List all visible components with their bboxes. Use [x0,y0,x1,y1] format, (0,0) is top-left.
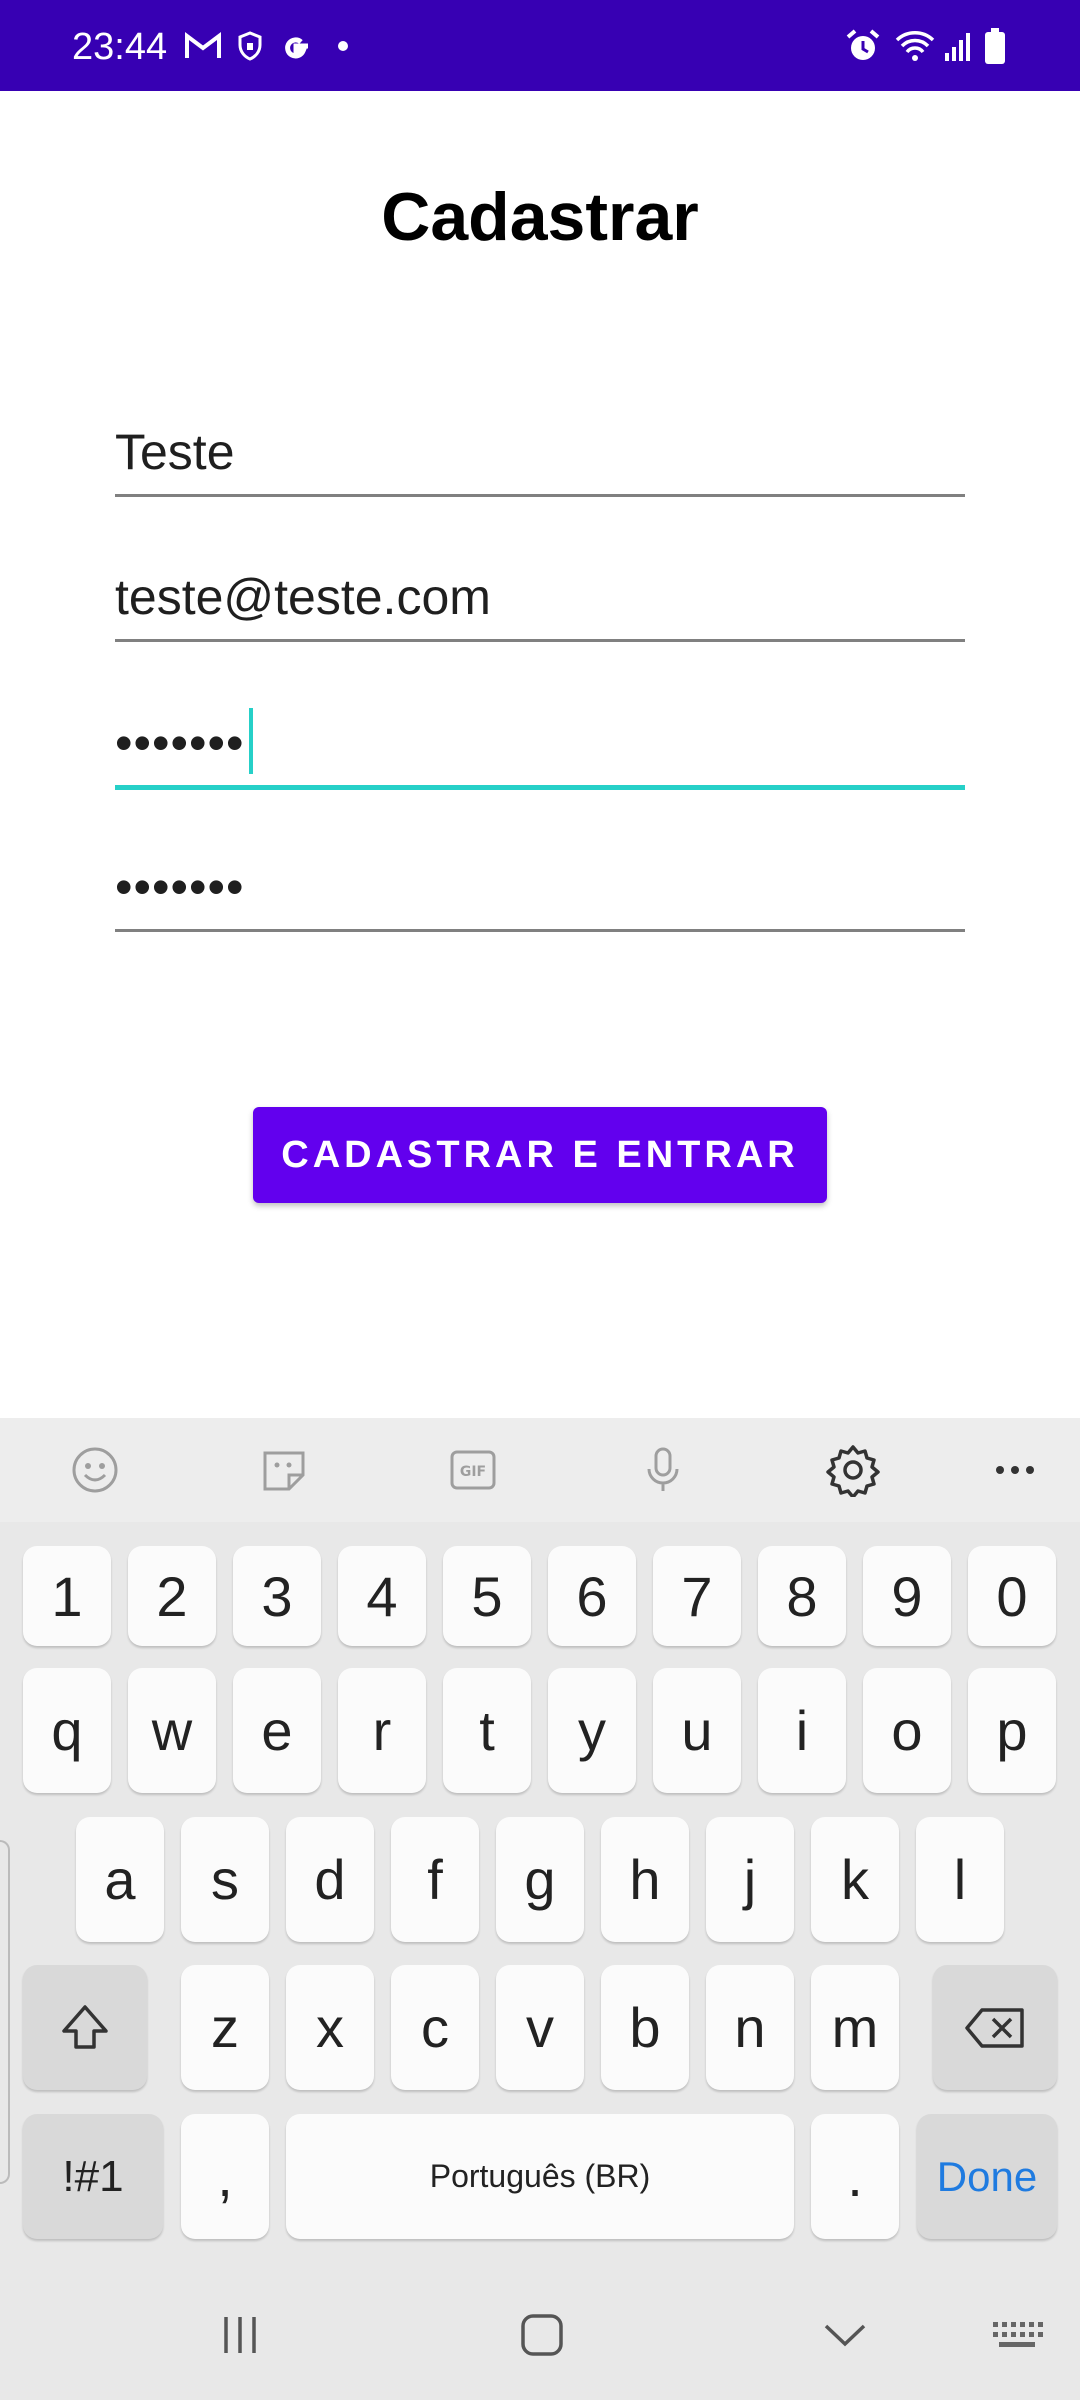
signal-icon [943,28,973,64]
key-o[interactable]: o [863,1668,951,1793]
key-q[interactable]: q [23,1668,111,1793]
key-c[interactable]: c [391,1965,479,2090]
key-w[interactable]: w [128,1668,216,1793]
key-g[interactable]: g [496,1817,584,1942]
keyboard-toolbar [0,1418,1080,1522]
gif-icon[interactable]: GIF [443,1440,503,1500]
key-4[interactable]: 4 [338,1546,426,1646]
emoji-icon[interactable] [65,1440,125,1500]
space-key[interactable]: Português (BR) [286,2114,794,2239]
svg-text:GIF: GIF [460,1464,486,1480]
email-field[interactable]: teste@teste.com [115,552,965,642]
battery-icon [982,28,1008,64]
email-field-value: teste@teste.com [115,569,491,625]
key-6[interactable]: 6 [548,1546,636,1646]
key-8[interactable]: 8 [758,1546,846,1646]
key-7[interactable]: 7 [653,1546,741,1646]
status-time: 23:44 [72,26,168,68]
microphone-icon[interactable] [633,1440,693,1500]
key-j[interactable]: j [706,1817,794,1942]
done-key[interactable]: Done [917,2114,1057,2239]
shield-icon [235,28,265,64]
password-field[interactable]: ••••••• [115,700,965,790]
edge-panel-handle[interactable] [0,1840,10,2184]
text-cursor [248,708,253,774]
key-v[interactable]: v [496,1965,584,2090]
password-field-wrapper: ••••••• [115,708,253,774]
key-u[interactable]: u [653,1668,741,1793]
hide-keyboard-icon[interactable] [815,2305,875,2365]
confirm-password-field-value: ••••••• [115,859,245,915]
name-field[interactable]: Teste [115,407,965,497]
sticker-icon[interactable] [254,1440,314,1500]
password-field-value: ••••••• [115,715,245,771]
key-y[interactable]: y [548,1668,636,1793]
key-3[interactable]: 3 [233,1546,321,1646]
alarm-icon [843,28,883,64]
name-field-underline [115,494,965,497]
key-i[interactable]: i [758,1668,846,1793]
period-key[interactable]: . [811,2114,899,2239]
key-l[interactable]: l [916,1817,1004,1942]
key-z[interactable]: z [181,1965,269,2090]
key-e[interactable]: e [233,1668,321,1793]
name-field-value: Teste [115,424,235,480]
notification-dot-icon [335,28,351,64]
key-1[interactable]: 1 [23,1546,111,1646]
key-p[interactable]: p [968,1668,1056,1793]
comma-key[interactable]: , [181,2114,269,2239]
shift-key[interactable] [23,1965,147,2090]
register-and-enter-button[interactable]: CADASTRAR E ENTRAR [253,1107,827,1203]
confirm-password-field-underline [115,929,965,932]
key-r[interactable]: r [338,1668,426,1793]
key-n[interactable]: n [706,1965,794,2090]
key-9[interactable]: 9 [863,1546,951,1646]
wifi-icon [893,28,937,64]
shift-icon [62,2004,108,2049]
confirm-password-field[interactable]: ••••••• [115,842,965,932]
key-k[interactable]: k [811,1817,899,1942]
gmail-icon [183,28,223,64]
key-f[interactable]: f [391,1817,479,1942]
page-title: Cadastrar [381,179,699,255]
email-field-underline [115,639,965,642]
key-s[interactable]: s [181,1817,269,1942]
key-5[interactable]: 5 [443,1546,531,1646]
password-field-underline [115,785,965,790]
key-t[interactable]: t [443,1668,531,1793]
home-icon[interactable] [512,2305,572,2365]
key-0[interactable]: 0 [968,1546,1056,1646]
key-a[interactable]: a [76,1817,164,1942]
recents-icon[interactable] [210,2305,270,2365]
backspace-key[interactable] [933,1965,1057,2090]
key-b[interactable]: b [601,1965,689,2090]
more-icon[interactable] [985,1440,1045,1500]
keyboard-switch-icon[interactable] [987,2305,1047,2365]
key-m[interactable]: m [811,1965,899,2090]
key-d[interactable]: d [286,1817,374,1942]
google-icon [276,28,316,64]
key-x[interactable]: x [286,1965,374,2090]
backspace-icon [965,2007,1024,2048]
settings-icon[interactable] [823,1440,883,1500]
key-2[interactable]: 2 [128,1546,216,1646]
symbols-key[interactable]: !#1 [23,2114,163,2239]
key-h[interactable]: h [601,1817,689,1942]
